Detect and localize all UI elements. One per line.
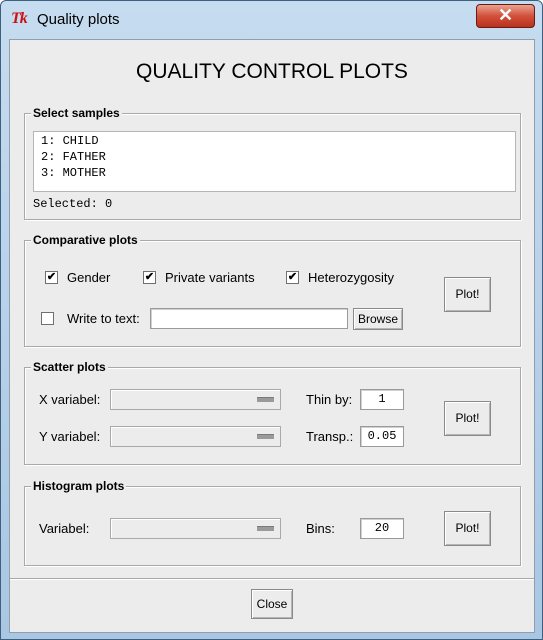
scatter-plots-frame: Scatter plots X variabel: Thin by: 1 Y v… — [24, 360, 521, 465]
app-window: Tk Quality plots ✕ QUALITY CONTROL PLOTS… — [0, 0, 543, 640]
bins-field[interactable]: 20 — [360, 518, 404, 539]
dropdown-arrow-icon — [257, 397, 274, 402]
dropdown-arrow-icon — [257, 434, 274, 439]
page-title: QUALITY CONTROL PLOTS — [136, 60, 408, 83]
transparency-field[interactable]: 0.05 — [360, 426, 404, 447]
private-variants-label: Private variants — [165, 270, 255, 285]
window-title: Quality plots — [37, 11, 120, 28]
select-samples-frame: Select samples 1: CHILD 2: FATHER 3: MOT… — [24, 106, 521, 220]
write-to-text-label: Write to text: — [67, 311, 140, 326]
histogram-plots-legend: Histogram plots — [31, 479, 127, 493]
heterozygosity-checkbox[interactable]: ✔ — [286, 271, 299, 284]
scatter-plots-legend: Scatter plots — [31, 360, 108, 374]
tk-feather-icon: Tk — [11, 10, 28, 27]
list-item[interactable]: 1: CHILD — [41, 134, 99, 148]
dropdown-arrow-icon — [257, 526, 274, 531]
dialog-body: QUALITY CONTROL PLOTS Select samples 1: … — [9, 39, 535, 633]
select-samples-legend: Select samples — [31, 106, 122, 120]
comparative-plots-legend: Comparative plots — [31, 233, 140, 247]
comparative-plots-frame: Comparative plots ✔ Gender ✔ Private var… — [24, 233, 521, 347]
histogram-plot-button[interactable]: Plot! — [444, 511, 491, 546]
list-item[interactable]: 3: MOTHER — [41, 166, 106, 180]
window-close-button[interactable]: ✕ — [476, 4, 535, 28]
title-bar[interactable]: Tk Quality plots ✕ — [1, 1, 542, 39]
comparative-plot-button[interactable]: Plot! — [444, 277, 491, 312]
gender-label: Gender — [67, 270, 111, 285]
gender-checkbox[interactable]: ✔ — [45, 271, 58, 284]
heterozygosity-label: Heterozygosity — [308, 270, 394, 285]
scatter-plot-button[interactable]: Plot! — [444, 401, 491, 436]
close-button[interactable]: Close — [251, 589, 293, 619]
histogram-variable-select[interactable] — [110, 518, 281, 539]
x-variable-label: X variabel: — [39, 392, 101, 407]
x-variable-select[interactable] — [110, 389, 281, 410]
footer-divider — [10, 578, 534, 579]
bins-label: Bins: — [306, 521, 335, 536]
private-variants-checkbox[interactable]: ✔ — [143, 271, 156, 284]
y-variable-label: Y variabel: — [39, 429, 101, 444]
y-variable-select[interactable] — [110, 426, 281, 447]
selected-count: Selected: 0 — [33, 197, 113, 211]
list-item[interactable]: 2: FATHER — [41, 150, 106, 164]
transparency-label: Transp.: — [306, 429, 354, 444]
samples-listbox[interactable]: 1: CHILD 2: FATHER 3: MOTHER — [33, 131, 516, 192]
browse-button[interactable]: Browse — [353, 308, 403, 330]
write-to-text-checkbox[interactable] — [41, 312, 54, 325]
thin-by-label: Thin by: — [306, 392, 353, 407]
histogram-variable-label: Variabel: — [39, 521, 90, 536]
histogram-plots-frame: Histogram plots Variabel: Bins: 20 Plot! — [24, 479, 521, 566]
output-file-field[interactable] — [150, 308, 348, 329]
thin-by-field[interactable]: 1 — [360, 389, 404, 410]
